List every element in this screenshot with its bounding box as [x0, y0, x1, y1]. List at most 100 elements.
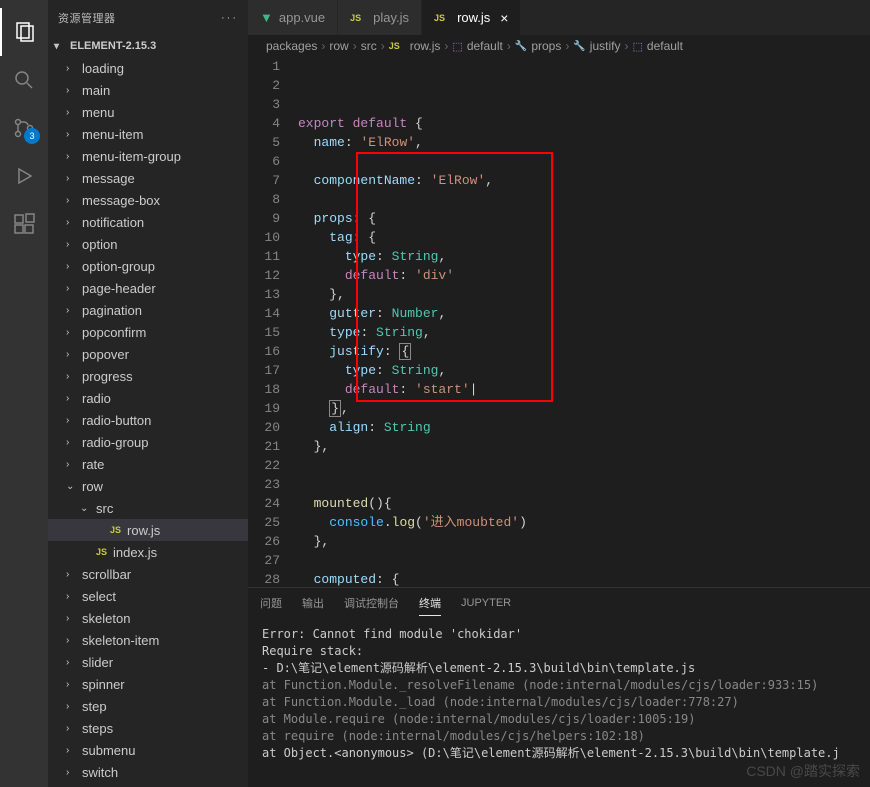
folder-item[interactable]: ›pagination [48, 299, 248, 321]
panel-tab[interactable]: 调试控制台 [344, 591, 399, 615]
folder-item[interactable]: ›scrollbar [48, 563, 248, 585]
folder-item[interactable]: ›slider [48, 651, 248, 673]
activity-scm[interactable]: 3 [0, 104, 48, 152]
breadcrumb-item[interactable]: row [329, 39, 348, 53]
file-tree[interactable]: ›loading›main›menu›menu-item›menu-item-g… [48, 57, 248, 787]
breadcrumb-item[interactable]: src [361, 39, 377, 53]
panel-tabs: 问题输出调试控制台终端 JUPYTER [248, 588, 870, 618]
tree-item-label: submenu [82, 743, 135, 758]
line-gutter: 1234567891011121314151617181920212223242… [248, 57, 298, 587]
folder-item[interactable]: ›message [48, 167, 248, 189]
tree-item-label: notification [82, 215, 144, 230]
close-icon[interactable]: × [500, 10, 508, 26]
symbol-icon: 🔧 [515, 41, 527, 52]
scm-badge: 3 [24, 128, 40, 144]
folder-item[interactable]: ›menu-item-group [48, 145, 248, 167]
folder-item[interactable]: ›step [48, 695, 248, 717]
editor-area: ▼app.vueJSplay.jsJSrow.js× packages › row ›… [248, 0, 870, 787]
folder-item[interactable]: ›message-box [48, 189, 248, 211]
chevron-right-icon: › [353, 39, 357, 53]
folder-item[interactable]: ›rate [48, 453, 248, 475]
terminal-output[interactable]: Error: Cannot find module 'chokidar'Requ… [248, 618, 870, 787]
panel-tab[interactable]: 输出 [302, 591, 324, 615]
tree-item-label: pagination [82, 303, 142, 318]
editor-tab[interactable]: JSrow.js× [422, 0, 521, 35]
tree-item-label: option-group [82, 259, 155, 274]
tree-item-label: option [82, 237, 117, 252]
folder-item[interactable]: ›popconfirm [48, 321, 248, 343]
folder-item[interactable]: ›submenu [48, 739, 248, 761]
folder-item[interactable]: ›select [48, 585, 248, 607]
breadcrumb-item[interactable]: default [647, 39, 683, 53]
tree-item-label: row.js [127, 523, 160, 538]
chevron-right-icon: › [624, 39, 628, 53]
folder-item[interactable]: ›main [48, 79, 248, 101]
breadcrumb-item[interactable]: justify [590, 39, 621, 53]
activity-search[interactable] [0, 56, 48, 104]
tree-item-label: popconfirm [82, 325, 146, 340]
activity-debug[interactable] [0, 152, 48, 200]
tree-item-label: menu-item-group [82, 149, 181, 164]
breadcrumb-item[interactable]: packages [266, 39, 317, 53]
tree-item-label: skeleton [82, 611, 130, 626]
activity-explorer[interactable] [0, 8, 48, 56]
tree-item-label: radio [82, 391, 111, 406]
panel-tab[interactable]: 问题 [260, 591, 282, 615]
folder-item[interactable]: ›radio-button [48, 409, 248, 431]
bottom-panel: 问题输出调试控制台终端 JUPYTER Error: Cannot find mo… [248, 587, 870, 787]
symbol-icon: 🔧 [573, 41, 585, 52]
folder-item[interactable]: ›skeleton [48, 607, 248, 629]
folder-item[interactable]: ›notification [48, 211, 248, 233]
folder-item[interactable]: ›steps [48, 717, 248, 739]
project-header[interactable]: ▾ ELEMENT-2.15.3 [48, 35, 248, 57]
chevron-right-icon: › [66, 239, 82, 250]
editor-tab[interactable]: ▼app.vue [248, 0, 338, 35]
folder-item[interactable]: ›radio [48, 387, 248, 409]
file-item[interactable]: JSrow.js [48, 519, 248, 541]
chevron-right-icon: › [66, 701, 82, 712]
tree-item-label: src [96, 501, 113, 516]
panel-tab[interactable]: JUPYTER [461, 593, 511, 613]
tree-item-label: step [82, 699, 107, 714]
breadcrumb-item[interactable]: default [467, 39, 503, 53]
more-icon[interactable]: ··· [221, 12, 238, 24]
folder-item[interactable]: ›menu [48, 101, 248, 123]
chevron-right-icon: › [565, 39, 569, 53]
breadcrumb[interactable]: packages›row›src›JSrow.js›⬚default›🔧prop… [248, 35, 870, 57]
folder-item[interactable]: ›switch [48, 761, 248, 783]
folder-item[interactable]: ⌄src [48, 497, 248, 519]
tree-item-label: main [82, 83, 110, 98]
chevron-right-icon: › [66, 261, 82, 272]
sidebar: 资源管理器 ··· ▾ ELEMENT-2.15.3 ›loading›main… [48, 0, 248, 787]
folder-item[interactable]: ›option [48, 233, 248, 255]
folder-item[interactable]: ›option-group [48, 255, 248, 277]
panel-tab[interactable]: 终端 [419, 591, 441, 616]
folder-item[interactable]: ›tab-pane [48, 783, 248, 787]
chevron-right-icon: › [66, 767, 82, 778]
folder-item[interactable]: ›skeleton-item [48, 629, 248, 651]
folder-item[interactable]: ›popover [48, 343, 248, 365]
folder-item[interactable]: ⌄row [48, 475, 248, 497]
folder-item[interactable]: ›radio-group [48, 431, 248, 453]
tree-item-label: row [82, 479, 103, 494]
folder-item[interactable]: ›loading [48, 57, 248, 79]
chevron-right-icon: › [66, 437, 82, 448]
folder-item[interactable]: ›spinner [48, 673, 248, 695]
breadcrumb-item[interactable]: row.js [410, 39, 441, 53]
folder-item[interactable]: ›menu-item [48, 123, 248, 145]
folder-item[interactable]: ›page-header [48, 277, 248, 299]
file-item[interactable]: JSindex.js [48, 541, 248, 563]
chevron-right-icon: › [321, 39, 325, 53]
tree-item-label: select [82, 589, 116, 604]
chevron-down-icon: ⌄ [66, 481, 82, 492]
chevron-right-icon: › [66, 591, 82, 602]
chevron-right-icon: › [66, 657, 82, 668]
folder-item[interactable]: ›progress [48, 365, 248, 387]
editor-tab[interactable]: JSplay.js [338, 0, 422, 35]
breadcrumb-item[interactable]: props [531, 39, 561, 53]
code-editor[interactable]: 1234567891011121314151617181920212223242… [248, 57, 870, 587]
activity-extensions[interactable] [0, 200, 48, 248]
chevron-right-icon: › [66, 415, 82, 426]
tree-item-label: loading [82, 61, 124, 76]
code-content[interactable]: export default { name: 'ElRow', componen… [298, 57, 870, 587]
